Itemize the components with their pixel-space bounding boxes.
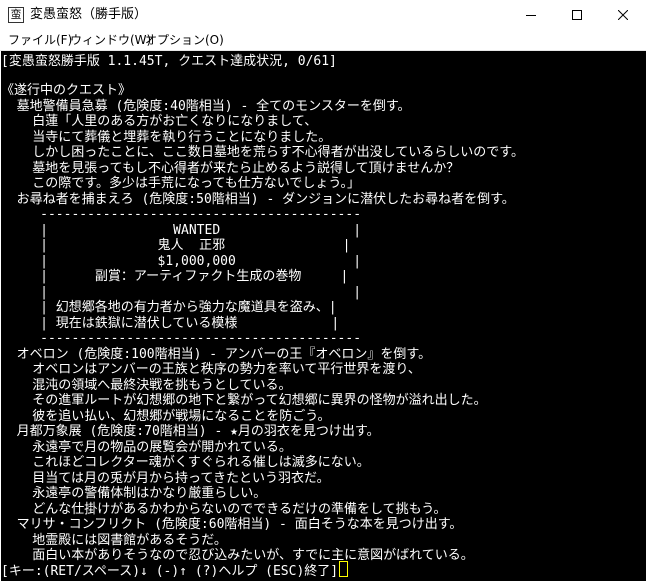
quest-line: オベロン (危険度:100階相当) - アンバーの王『オベロン』を倒す。 bbox=[1, 346, 432, 362]
quest-line: 墓地警備員急募 (危険度:40階相当) - 全てのモンスターを倒す。 bbox=[1, 98, 411, 114]
quest-line: | $1,000,000 | bbox=[1, 253, 362, 269]
quest-line: どんな仕掛けがあるかわからないのでできるだけの準備をして挑もう。 bbox=[1, 501, 447, 517]
quest-line: | 現在は鉄獄に潜伏している模様 | bbox=[1, 315, 340, 331]
quest-line: しかし困ったことに、ここ数日墓地を荒らす不心得者が出没しているらしいのです。 bbox=[1, 145, 524, 160]
quest-line: 永遠亭の警備体制はかなり厳重らしい。 bbox=[1, 486, 267, 501]
quest-line: | | bbox=[1, 284, 362, 300]
maximize-button[interactable] bbox=[554, 0, 600, 30]
terminal-console[interactable]: [変愚蛮怒勝手版 1.1.45T, クエスト達成状況, 0/61] 《遂行中のク… bbox=[1, 51, 646, 581]
quest-line: 地霊殿には図書館があるそうだ。 bbox=[1, 532, 227, 548]
quest-line: | 幻想郷各地の有力者から強力な魔道具を盗み、| bbox=[1, 300, 337, 315]
key-prompt: [キー:(RET/スペース)↓ (-)↑ (?)ヘルプ (ESC)終了] bbox=[1, 561, 349, 579]
quest-line: その進軍ルートが幻想郷の地下と繋がって幻想郷に異界の怪物が溢れ出した。 bbox=[1, 393, 487, 408]
menu-options[interactable]: オプション(O) bbox=[145, 32, 224, 48]
quest-line: マリサ・コンフリクト (危険度:60階相当) - 面白そうな本を見つけ出す。 bbox=[1, 517, 463, 532]
minimize-icon bbox=[526, 15, 536, 16]
quest-line: ----------------------------------------… bbox=[1, 331, 362, 346]
close-button[interactable] bbox=[600, 0, 646, 30]
quest-line: 混沌の領域へ最終決戦を挑もうとしている。 bbox=[1, 377, 292, 393]
quest-line: 永遠亭で月の物品の展覧会が開かれている。 bbox=[1, 439, 292, 455]
quest-line: | 鬼人 正邪 | bbox=[1, 238, 351, 253]
quest-line: 月都万象展 (危険度:70階相当) - ★月の羽衣を見つけ出す。 bbox=[1, 424, 380, 439]
menu-window[interactable]: ウィンドウ(W) bbox=[70, 32, 151, 48]
quest-line: この際です。多少は手荒になっても仕方ないでしょう。」 bbox=[1, 176, 361, 191]
app-icon: 蛮 bbox=[8, 7, 24, 23]
quest-line: お尋ね者を捕まえろ (危険度:50階相当) - ダンジョンに潜伏したお尋ね者を倒… bbox=[1, 191, 515, 207]
text-cursor bbox=[339, 561, 349, 577]
quest-line: これほどコレクター魂がくすぐられる催しは滅多にない。 bbox=[1, 455, 370, 470]
menu-bar: ファイル(F) ウィンドウ(W) オプション(O) bbox=[0, 30, 646, 51]
close-icon bbox=[618, 10, 628, 20]
quest-line: 墓地を見張ってもし不心得者が来たら止めるよう説得して頂けませんか？ bbox=[1, 160, 460, 176]
quest-header: [変愚蛮怒勝手版 1.1.45T, クエスト達成状況, 0/61] bbox=[1, 54, 337, 69]
quest-line: 《遂行中のクエスト》 bbox=[1, 83, 132, 98]
quest-line: 彼を追い払い、幻想郷が戦場になることを防ごう。 bbox=[1, 408, 331, 424]
quest-line: | WANTED | bbox=[1, 222, 362, 238]
minimize-button[interactable] bbox=[508, 0, 554, 30]
window-title: 変愚蛮怒（勝手版） bbox=[30, 7, 148, 22]
quest-line: ----------------------------------------… bbox=[1, 207, 362, 222]
quest-line: オベロンはアンバーの王族と秩序の勢力を率いて平行世界を渡り、 bbox=[1, 362, 421, 377]
quest-line: 白蓮「人里のある方がお亡くなりになりまして、 bbox=[1, 114, 318, 129]
quest-line: 当寺にて葬儀と埋葬を執り行うことになりました。 bbox=[1, 129, 332, 145]
title-bar: 蛮 変愚蛮怒（勝手版） bbox=[0, 0, 646, 30]
menu-file[interactable]: ファイル(F) bbox=[8, 32, 72, 48]
quest-line: | 副賞：アーティファクト生成の巻物 | bbox=[1, 269, 349, 284]
quest-line: 目当ては月の兎が月から持ってきたという羽衣だ。 bbox=[1, 470, 330, 486]
key-prompt-text: [キー:(RET/スペース)↓ (-)↑ (?)ヘルプ (ESC)終了] bbox=[1, 564, 339, 579]
maximize-icon bbox=[572, 10, 582, 20]
